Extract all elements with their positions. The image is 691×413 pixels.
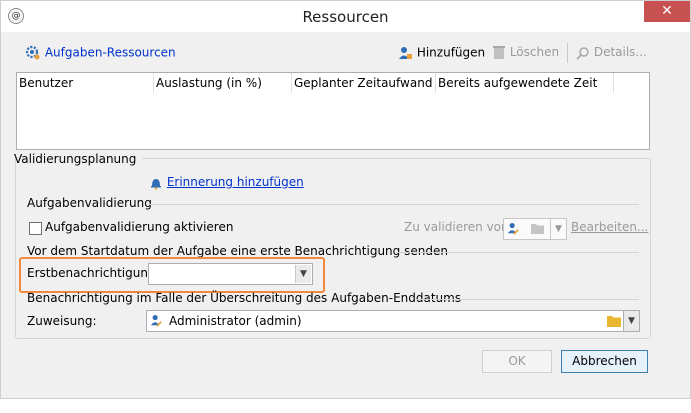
details-button[interactable]: Details... (576, 45, 647, 60)
activate-validation-checkbox[interactable] (29, 222, 42, 235)
validator-selector[interactable]: ▼ (503, 218, 567, 240)
cancel-button[interactable]: Abbrechen (561, 350, 648, 373)
search-icon (576, 46, 589, 60)
column-divider (291, 73, 292, 93)
column-divider (613, 73, 614, 93)
assignment-field[interactable]: Administrator (admin) (146, 310, 624, 332)
dialog-window: @ Ressourcen ✕ Aufgaben-Ressourcen Hinzu… (0, 0, 691, 399)
column-divider (435, 73, 436, 93)
overrun-section-label: Benachrichtigung im Falle der Überschrei… (27, 291, 462, 305)
resources-table[interactable]: Benutzer Auslastung (in %) Geplanter Zei… (16, 72, 650, 150)
column-header-planned[interactable]: Geplanter Zeitaufwand (294, 76, 432, 90)
first-notification-section-label: Vor dem Startdatum der Aufgabe eine erst… (27, 244, 448, 258)
folder-icon (531, 224, 544, 234)
cancel-label: Abbrechen (572, 354, 637, 368)
assignment-label: Zuweisung: (27, 314, 97, 328)
add-button[interactable]: Hinzufügen (397, 45, 485, 61)
add-label: Hinzufügen (416, 45, 486, 60)
column-header-spent[interactable]: Bereits aufgewendete Zeit (438, 76, 597, 90)
delete-button[interactable]: Löschen (492, 45, 559, 60)
tasks-resources-label: Aufgaben-Ressourcen (44, 45, 176, 60)
ok-button[interactable]: OK (482, 350, 552, 373)
title-bar[interactable]: @ Ressourcen ✕ (1, 1, 690, 32)
task-validation-section-label: Aufgabenvalidierung (27, 196, 152, 210)
add-reminder-label: Erinnerung hinzufügen (166, 175, 304, 189)
column-header-load[interactable]: Auslastung (in %) (156, 76, 262, 90)
toolbar-separator (567, 43, 568, 63)
chevron-down-icon[interactable]: ▼ (295, 265, 311, 283)
activate-validation-label[interactable]: Aufgabenvalidierung aktivieren (45, 220, 233, 234)
delete-label: Löschen (509, 45, 560, 59)
user-edit-icon (150, 315, 162, 327)
bell-icon (151, 178, 161, 190)
user-edit-icon (507, 223, 519, 235)
add-user-icon (399, 47, 412, 59)
tasks-resources-title: Aufgaben-Ressourcen (25, 45, 176, 61)
assignment-dropdown-button[interactable]: ▼ (623, 310, 640, 332)
section-divider (416, 299, 639, 300)
assignment-value: Administrator (admin) (169, 314, 302, 328)
column-header-user[interactable]: Benutzer (19, 76, 73, 90)
add-reminder-link[interactable]: Erinnerung hinzufügen (149, 175, 304, 190)
gear-users-icon (25, 45, 40, 60)
chevron-down-icon[interactable]: ▼ (550, 219, 566, 239)
column-divider (153, 73, 154, 93)
validation-group-label: Validierungsplanung (14, 152, 137, 166)
first-notification-label: Erstbenachrichtigung: (27, 266, 160, 280)
window-title: Ressourcen (302, 8, 389, 26)
edit-link[interactable]: Bearbeiten... (571, 220, 648, 234)
trash-icon (493, 46, 505, 59)
section-divider (149, 204, 639, 205)
folder-icon[interactable] (607, 315, 621, 327)
section-divider (396, 252, 639, 253)
close-button[interactable]: ✕ (644, 1, 690, 22)
to-validate-label: Zu validieren von: (404, 220, 513, 234)
close-icon: ✕ (661, 3, 673, 19)
first-notification-dropdown[interactable]: ▼ (148, 263, 313, 285)
group-border (142, 158, 649, 159)
chevron-down-icon: ▼ (628, 316, 635, 326)
details-label: Details... (593, 45, 647, 59)
